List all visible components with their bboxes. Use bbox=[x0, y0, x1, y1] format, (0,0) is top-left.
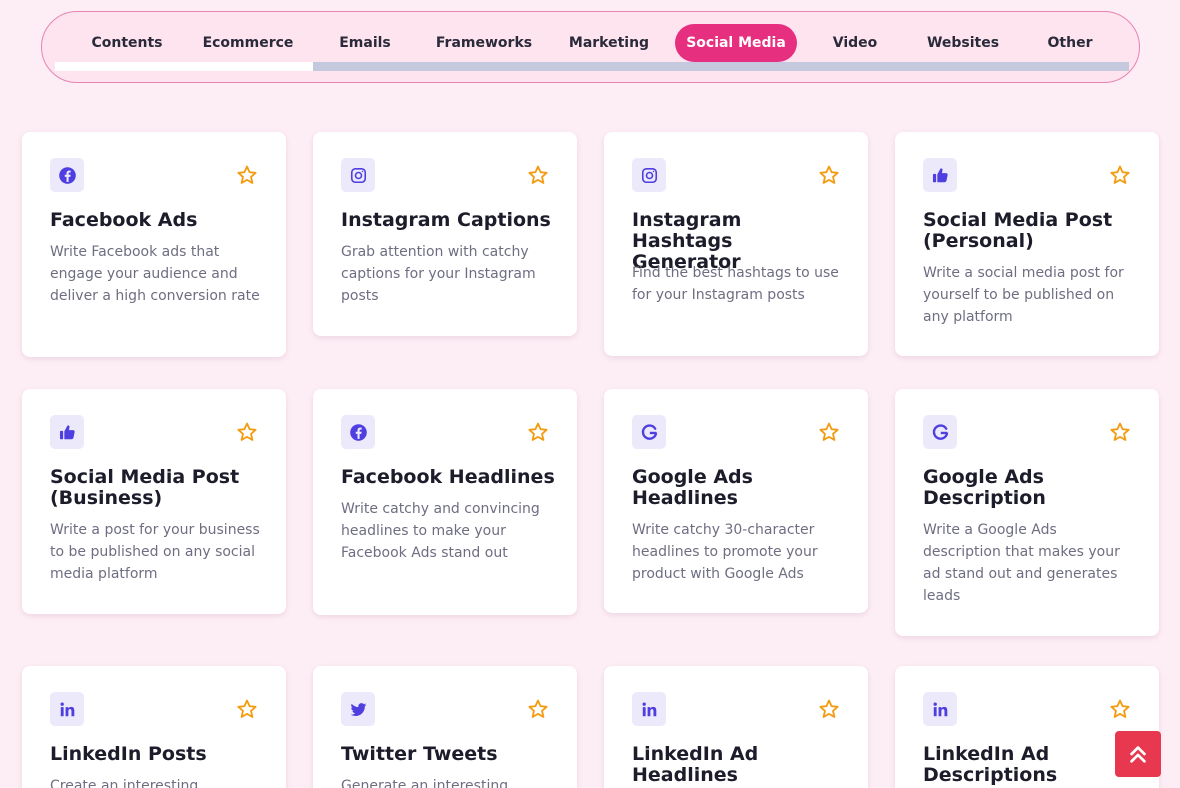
category-tabs: Contents Ecommerce Emails Frameworks Mar… bbox=[42, 24, 1139, 62]
tool-card[interactable]: LinkedIn Posts Create an interesting bbox=[22, 666, 286, 788]
card-description: Write a Google Ads description that make… bbox=[923, 522, 1120, 604]
card-title: LinkedIn Posts bbox=[50, 743, 207, 765]
tab-other[interactable]: Other bbox=[1035, 24, 1105, 62]
tab-ecommerce[interactable]: Ecommerce bbox=[196, 24, 300, 62]
card-title: Social Media Post (Personal) bbox=[923, 209, 1113, 252]
star-icon[interactable] bbox=[236, 698, 258, 720]
card-description: Write a social media post for yourself t… bbox=[923, 265, 1124, 325]
card-description: Generate an interesting bbox=[341, 778, 509, 788]
double-chevron-up-icon bbox=[1127, 743, 1149, 765]
star-icon[interactable] bbox=[818, 698, 840, 720]
linkedin-icon bbox=[50, 692, 84, 726]
tab-scrollbar-thumb[interactable] bbox=[55, 62, 313, 71]
tool-card[interactable]: Google Ads Description Write a Google Ads… bbox=[895, 389, 1159, 636]
card-title: Facebook Ads bbox=[50, 209, 198, 231]
tab-social-media[interactable]: Social Media bbox=[675, 24, 797, 62]
tool-card[interactable]: Instagram Hashtags Generator Find the bes… bbox=[604, 132, 868, 356]
card-description: Write catchy and convincing headlines to… bbox=[341, 501, 540, 561]
thumbs-up-icon bbox=[923, 158, 957, 192]
card-title: Twitter Tweets bbox=[341, 743, 498, 765]
scroll-to-top-button[interactable] bbox=[1115, 731, 1161, 777]
tool-card[interactable]: Facebook Ads Write Facebook ads that enga… bbox=[22, 132, 286, 357]
facebook-icon bbox=[50, 158, 84, 192]
category-nav: Contents Ecommerce Emails Frameworks Mar… bbox=[41, 11, 1140, 83]
tab-marketing[interactable]: Marketing bbox=[560, 24, 658, 62]
card-title: Social Media Post (Business) bbox=[50, 466, 240, 509]
card-description: Write a post for your business to be pub… bbox=[50, 522, 260, 582]
tab-frameworks[interactable]: Frameworks bbox=[430, 24, 538, 62]
card-description: Write catchy 30-character headlines to p… bbox=[632, 522, 818, 582]
tab-video[interactable]: Video bbox=[819, 24, 891, 62]
star-icon[interactable] bbox=[527, 421, 549, 443]
tool-card[interactable]: Facebook Headlines Write catchy and convi… bbox=[313, 389, 577, 615]
linkedin-icon bbox=[632, 692, 666, 726]
tab-scrollbar[interactable] bbox=[55, 62, 1129, 71]
star-icon[interactable] bbox=[1109, 421, 1131, 443]
card-description: Grab attention with catchy captions for … bbox=[341, 244, 536, 304]
card-title: LinkedIn Ad Headlines bbox=[632, 743, 759, 786]
card-title: LinkedIn Ad Descriptions bbox=[923, 743, 1058, 786]
tool-card[interactable]: Social Media Post (Business) Write a post… bbox=[22, 389, 286, 614]
google-icon bbox=[923, 415, 957, 449]
linkedin-icon bbox=[923, 692, 957, 726]
instagram-icon bbox=[632, 158, 666, 192]
tab-contents[interactable]: Contents bbox=[82, 24, 172, 62]
instagram-icon bbox=[341, 158, 375, 192]
card-title: Google Ads Description bbox=[923, 466, 1046, 509]
tool-card[interactable]: Google Ads Headlines Write catchy 30-char… bbox=[604, 389, 868, 613]
star-icon[interactable] bbox=[236, 421, 258, 443]
thumbs-up-icon bbox=[50, 415, 84, 449]
star-icon[interactable] bbox=[818, 164, 840, 186]
star-icon[interactable] bbox=[527, 164, 549, 186]
star-icon[interactable] bbox=[1109, 698, 1131, 720]
card-description: Create an interesting bbox=[50, 778, 199, 788]
card-title: Google Ads Headlines bbox=[632, 466, 753, 509]
star-icon[interactable] bbox=[1109, 164, 1131, 186]
tool-card[interactable]: LinkedIn Ad Headlines bbox=[604, 666, 868, 788]
google-icon bbox=[632, 415, 666, 449]
star-icon[interactable] bbox=[818, 421, 840, 443]
star-icon[interactable] bbox=[236, 164, 258, 186]
star-icon[interactable] bbox=[527, 698, 549, 720]
tab-websites[interactable]: Websites bbox=[913, 24, 1013, 62]
card-description: Write Facebook ads that engage your audi… bbox=[50, 244, 260, 304]
tool-card[interactable]: Instagram Captions Grab attention with ca… bbox=[313, 132, 577, 336]
twitter-icon bbox=[341, 692, 375, 726]
card-description: Find the best hashtags to use for your I… bbox=[632, 265, 839, 303]
tab-emails[interactable]: Emails bbox=[322, 24, 408, 62]
card-title: Facebook Headlines bbox=[341, 466, 555, 488]
tool-card[interactable]: Social Media Post (Personal) Write a soci… bbox=[895, 132, 1159, 356]
tool-card[interactable]: Twitter Tweets Generate an interesting bbox=[313, 666, 577, 788]
facebook-icon bbox=[341, 415, 375, 449]
card-title: Instagram Captions bbox=[341, 209, 551, 231]
